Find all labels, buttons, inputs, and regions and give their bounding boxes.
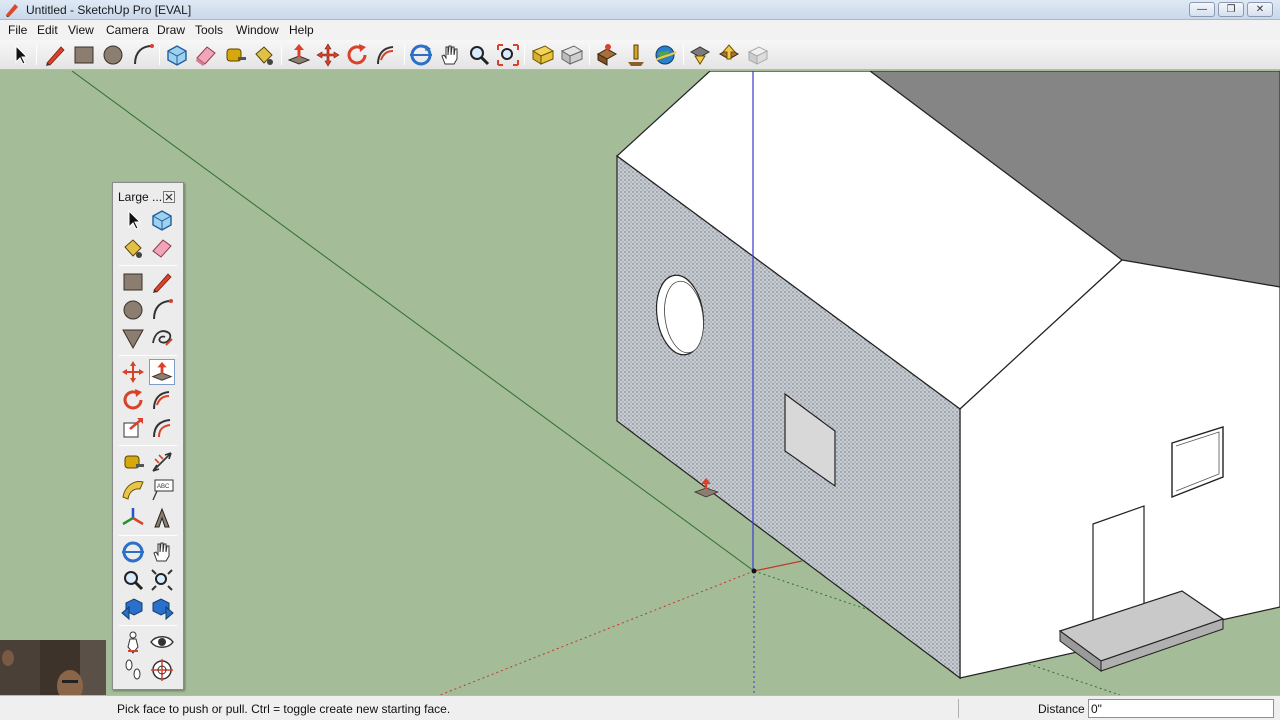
- rectangle-icon[interactable]: [120, 269, 146, 295]
- menu-camera[interactable]: Camera: [106, 23, 149, 37]
- minimize-button[interactable]: —: [1189, 2, 1215, 17]
- menu-view[interactable]: View: [68, 23, 94, 37]
- polygon-icon[interactable]: [120, 325, 146, 351]
- orbit-icon[interactable]: [408, 42, 434, 68]
- google-earth-icon[interactable]: [652, 42, 678, 68]
- title-bar: Untitled - SketchUp Pro [EVAL] — ❐ ✕: [0, 0, 1280, 20]
- push-pull-icon[interactable]: [286, 42, 312, 68]
- toolbar-separator: [281, 45, 282, 65]
- section-plane-icon[interactable]: [149, 657, 175, 683]
- status-bar: Pick face to push or pull. Ctrl = toggle…: [0, 695, 1280, 720]
- palette-separator: [119, 535, 177, 536]
- zoom-extents-icon[interactable]: [495, 42, 521, 68]
- orbit-icon[interactable]: [120, 539, 146, 565]
- modeling-viewport[interactable]: [0, 71, 1280, 695]
- palette-separator: [119, 445, 177, 446]
- sketchup-window: Untitled - SketchUp Pro [EVAL] — ❐ ✕ Fil…: [0, 0, 1280, 720]
- freehand-icon[interactable]: [149, 325, 175, 351]
- scale-icon[interactable]: [120, 415, 146, 441]
- protractor-icon[interactable]: [120, 477, 146, 503]
- menu-help[interactable]: Help: [289, 23, 314, 37]
- scene-canvas[interactable]: [0, 71, 1280, 695]
- menu-bar: File Edit View Camera Draw Tools Window …: [0, 20, 1280, 40]
- circle-icon[interactable]: [100, 42, 126, 68]
- 3d-text-icon[interactable]: [149, 505, 175, 531]
- preview-in-earth-icon[interactable]: [687, 42, 713, 68]
- select-tool-icon[interactable]: [120, 207, 146, 233]
- arc-icon[interactable]: [130, 42, 156, 68]
- make-component-icon[interactable]: [149, 207, 175, 233]
- photo-textures-icon[interactable]: [716, 42, 742, 68]
- rotate-icon[interactable]: [344, 42, 370, 68]
- measurements-label: Distance: [1038, 702, 1085, 716]
- extension-warehouse-icon[interactable]: [745, 42, 771, 68]
- paint-bucket-icon[interactable]: [251, 42, 277, 68]
- get-models-icon[interactable]: [530, 42, 556, 68]
- select-tool-icon[interactable]: [7, 42, 33, 68]
- pencil-icon[interactable]: [42, 42, 68, 68]
- circle-icon[interactable]: [120, 297, 146, 323]
- palette-separator: [119, 625, 177, 626]
- pencil-icon[interactable]: [149, 269, 175, 295]
- zoom-icon[interactable]: [466, 42, 492, 68]
- maximize-button[interactable]: ❐: [1218, 2, 1244, 17]
- move-icon[interactable]: [315, 42, 341, 68]
- toolbar-separator: [589, 45, 590, 65]
- eraser-icon[interactable]: [149, 235, 175, 261]
- toolbar-separator: [36, 45, 37, 65]
- tape-measure-icon[interactable]: [222, 42, 248, 68]
- zoom-window-icon[interactable]: [149, 567, 175, 593]
- menu-draw[interactable]: Draw: [157, 23, 185, 37]
- large-tool-set-palette[interactable]: Large ... ABC: [112, 182, 184, 690]
- add-location-icon[interactable]: [623, 42, 649, 68]
- dimension-icon[interactable]: [149, 449, 175, 475]
- window-title: Untitled - SketchUp Pro [EVAL]: [26, 3, 192, 17]
- eraser-icon[interactable]: [193, 42, 219, 68]
- offset-icon[interactable]: [149, 415, 175, 441]
- menu-edit[interactable]: Edit: [37, 23, 58, 37]
- menu-file[interactable]: File: [8, 23, 27, 37]
- status-hint: Pick face to push or pull. Ctrl = toggle…: [117, 702, 451, 716]
- close-icon[interactable]: [163, 191, 175, 203]
- move-icon[interactable]: [120, 359, 146, 385]
- close-button[interactable]: ✕: [1247, 2, 1273, 17]
- menu-window[interactable]: Window: [236, 23, 279, 37]
- toolbar-separator: [159, 45, 160, 65]
- toolbar-separator: [524, 45, 525, 65]
- status-divider: [958, 699, 959, 718]
- rotate-icon[interactable]: [120, 387, 146, 413]
- tape-measure-icon[interactable]: [120, 449, 146, 475]
- palette-separator: [119, 265, 177, 266]
- measurements-input[interactable]: 0": [1088, 699, 1274, 718]
- palette-separator: [119, 355, 177, 356]
- position-camera-icon[interactable]: [120, 629, 146, 655]
- next-view-icon[interactable]: [149, 595, 175, 621]
- palette-title: Large ...: [118, 190, 163, 204]
- toolbar-separator: [404, 45, 405, 65]
- pan-hand-icon[interactable]: [437, 42, 463, 68]
- arc-icon[interactable]: [149, 297, 175, 323]
- look-around-eye-icon[interactable]: [149, 629, 175, 655]
- text-label-icon[interactable]: ABC: [149, 477, 175, 503]
- main-toolbar: [0, 40, 1280, 70]
- toolbar-separator: [683, 45, 684, 65]
- previous-view-icon[interactable]: [120, 595, 146, 621]
- sketchup-logo-icon: [6, 4, 18, 17]
- push-pull-icon[interactable]: [149, 359, 175, 385]
- walk-footprints-icon[interactable]: [120, 657, 146, 683]
- menu-tools[interactable]: Tools: [195, 23, 223, 37]
- follow-me-icon[interactable]: [373, 42, 399, 68]
- paint-bucket-icon[interactable]: [120, 235, 146, 261]
- svg-text:ABC: ABC: [157, 484, 170, 490]
- get-components-icon[interactable]: [594, 42, 620, 68]
- axes-icon[interactable]: [120, 505, 146, 531]
- zoom-icon[interactable]: [120, 567, 146, 593]
- pan-hand-icon[interactable]: [149, 539, 175, 565]
- rectangle-icon[interactable]: [71, 42, 97, 68]
- share-model-icon[interactable]: [559, 42, 585, 68]
- axis-origin: [751, 568, 757, 574]
- make-component-icon[interactable]: [164, 42, 190, 68]
- follow-me-icon[interactable]: [149, 387, 175, 413]
